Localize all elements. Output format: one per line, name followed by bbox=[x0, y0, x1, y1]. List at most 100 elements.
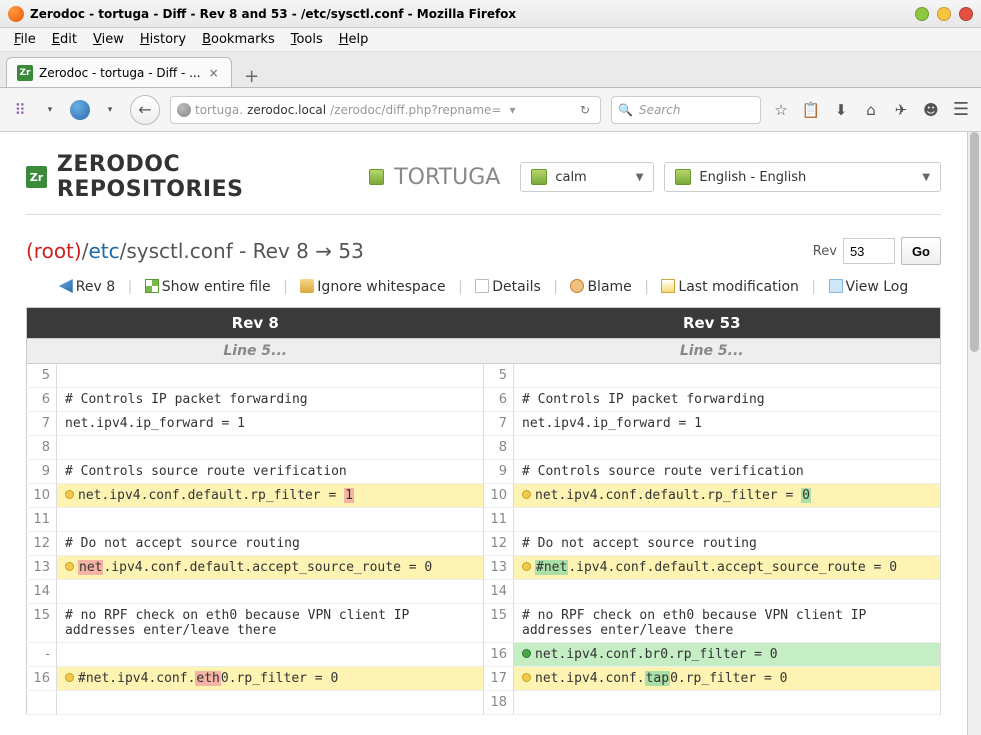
close-button[interactable] bbox=[959, 7, 973, 21]
code-left bbox=[57, 643, 484, 667]
line-number-right: 6 bbox=[484, 388, 514, 412]
whitespace-icon bbox=[300, 279, 314, 293]
url-dropdown-icon[interactable]: ▾ bbox=[505, 103, 519, 117]
chevron-down-icon: ▼ bbox=[636, 172, 644, 183]
link-blame[interactable]: Blame bbox=[587, 279, 631, 295]
code-left: # Controls IP packet forwarding bbox=[57, 388, 484, 412]
code-right: net.ipv4.ip_forward = 1 bbox=[514, 412, 941, 436]
code-left: #net.ipv4.conf.eth0.rp_filter = 0 bbox=[57, 667, 484, 691]
change-marker-icon bbox=[522, 562, 531, 571]
send-icon[interactable]: ✈ bbox=[891, 100, 911, 120]
downloads-icon[interactable]: ⬇ bbox=[831, 100, 851, 120]
diff-table: Rev 8 Rev 53 Line 5... Line 5... 556# Co… bbox=[26, 307, 941, 715]
home-icon[interactable]: ⌂ bbox=[861, 100, 881, 120]
menu-edit[interactable]: Edit bbox=[44, 30, 85, 49]
code-left: net.ipv4.conf.default.rp_filter = 1 bbox=[57, 484, 484, 508]
language-select[interactable]: English - English ▼ bbox=[664, 162, 941, 192]
apps-icon[interactable]: ⠿ bbox=[10, 100, 30, 120]
menu-file[interactable]: File bbox=[6, 30, 44, 49]
link-rev8[interactable]: Rev 8 bbox=[76, 279, 115, 295]
line-number-left: 9 bbox=[27, 460, 57, 484]
chat-icon[interactable]: ☻ bbox=[921, 100, 941, 120]
code-right: # Do not accept source routing bbox=[514, 532, 941, 556]
blame-icon bbox=[570, 279, 584, 293]
search-bar[interactable]: 🔍 Search bbox=[611, 96, 761, 124]
diff-row: 10net.ipv4.conf.default.rp_filter = 110n… bbox=[27, 484, 941, 508]
menu-view[interactable]: View bbox=[85, 30, 132, 49]
path-etc[interactable]: etc bbox=[88, 239, 119, 263]
url-domain: zerodoc.local bbox=[247, 103, 326, 117]
link-ignore-whitespace[interactable]: Ignore whitespace bbox=[317, 279, 445, 295]
repo-title: ZERODOC REPOSITORIES bbox=[57, 152, 359, 202]
line-number-left: 6 bbox=[27, 388, 57, 412]
tabstrip: Zr Zerodoc - tortuga - Diff - ... × + bbox=[0, 52, 981, 88]
zerodoc-logo-icon: Zr bbox=[26, 166, 47, 188]
diff-row: 6# Controls IP packet forwarding6# Contr… bbox=[27, 388, 941, 412]
change-marker-icon bbox=[65, 490, 74, 499]
diff-row: - 16net.ipv4.conf.br0.rp_filter = 0 bbox=[27, 643, 941, 667]
header-left: Rev 8 bbox=[27, 308, 484, 339]
menubar: File Edit View History Bookmarks Tools H… bbox=[0, 28, 981, 52]
path-root[interactable]: (root) bbox=[26, 239, 82, 263]
scrollbar[interactable] bbox=[967, 132, 981, 735]
diff-row: 13net.ipv4.conf.default.accept_source_ro… bbox=[27, 556, 941, 580]
url-post: /zerodoc/diff.php?repname= bbox=[330, 103, 501, 117]
menu-bookmarks[interactable]: Bookmarks bbox=[194, 30, 283, 49]
clipboard-icon[interactable]: 📋 bbox=[801, 100, 821, 120]
scrollbar-thumb[interactable] bbox=[970, 132, 979, 352]
code-left bbox=[57, 364, 484, 388]
line-number-left: - bbox=[27, 643, 57, 667]
bookmark-star-icon[interactable]: ☆ bbox=[771, 100, 791, 120]
change-marker-icon bbox=[522, 490, 531, 499]
reload-icon[interactable]: ↻ bbox=[576, 103, 594, 117]
firefox-icon bbox=[8, 6, 24, 22]
change-marker-icon bbox=[65, 562, 74, 571]
rev-input[interactable] bbox=[843, 238, 895, 264]
menu-history[interactable]: History bbox=[132, 30, 194, 49]
navbar: ⠿ ▾ ▾ ← tortuga. zerodoc.local/zerodoc/di… bbox=[0, 88, 981, 132]
log-icon bbox=[829, 279, 843, 293]
link-entire-file[interactable]: Show entire file bbox=[162, 279, 271, 295]
link-last-modification[interactable]: Last modification bbox=[678, 279, 799, 295]
new-tab-button[interactable]: + bbox=[238, 66, 266, 87]
search-icon: 🔍 bbox=[618, 103, 633, 117]
dropdown2-icon[interactable]: ▾ bbox=[100, 100, 120, 120]
line-number-left: 15 bbox=[27, 604, 57, 643]
code-right: net.ipv4.conf.br0.rp_filter = 0 bbox=[514, 643, 941, 667]
line-number-right: 7 bbox=[484, 412, 514, 436]
theme-select[interactable]: calm ▼ bbox=[520, 162, 654, 192]
tab-close-icon[interactable]: × bbox=[207, 66, 221, 80]
maximize-button[interactable] bbox=[937, 7, 951, 21]
change-marker-icon bbox=[65, 673, 74, 682]
diff-row: 55 bbox=[27, 364, 941, 388]
titlebar: Zerodoc - tortuga - Diff - Rev 8 and 53 … bbox=[0, 0, 981, 28]
chevron-down-icon: ▼ bbox=[922, 172, 930, 183]
globe-icon[interactable] bbox=[70, 100, 90, 120]
tab-label: Zerodoc - tortuga - Diff - ... bbox=[39, 66, 201, 80]
url-bar[interactable]: tortuga. zerodoc.local/zerodoc/diff.php?r… bbox=[170, 96, 601, 124]
line-number-left: 13 bbox=[27, 556, 57, 580]
window-controls bbox=[915, 7, 973, 21]
hamburger-icon[interactable]: ☰ bbox=[951, 100, 971, 120]
url-pre: tortuga. bbox=[195, 103, 243, 117]
menu-tools[interactable]: Tools bbox=[283, 30, 331, 49]
search-placeholder: Search bbox=[639, 103, 681, 117]
back-button[interactable]: ← bbox=[130, 95, 160, 125]
minimize-button[interactable] bbox=[915, 7, 929, 21]
diff-row: 9# Controls source route verification9# … bbox=[27, 460, 941, 484]
code-right: net.ipv4.conf.default.rp_filter = 0 bbox=[514, 484, 941, 508]
code-right: # no RPF check on eth0 because VPN clien… bbox=[514, 604, 941, 643]
tab-zerodoc[interactable]: Zr Zerodoc - tortuga - Diff - ... × bbox=[6, 57, 232, 87]
link-view-log[interactable]: View Log bbox=[846, 279, 909, 295]
code-right: #net.ipv4.conf.default.accept_source_rou… bbox=[514, 556, 941, 580]
line-number-right: 16 bbox=[484, 643, 514, 667]
line-number-left: 7 bbox=[27, 412, 57, 436]
path-file: sysctl.conf bbox=[126, 239, 232, 263]
menu-help[interactable]: Help bbox=[331, 30, 377, 49]
link-details[interactable]: Details bbox=[492, 279, 541, 295]
line-number-left: 16 bbox=[27, 667, 57, 691]
go-button[interactable]: Go bbox=[901, 237, 941, 265]
details-icon bbox=[475, 279, 489, 293]
theme-value: calm bbox=[555, 170, 586, 185]
dropdown-icon[interactable]: ▾ bbox=[40, 100, 60, 120]
